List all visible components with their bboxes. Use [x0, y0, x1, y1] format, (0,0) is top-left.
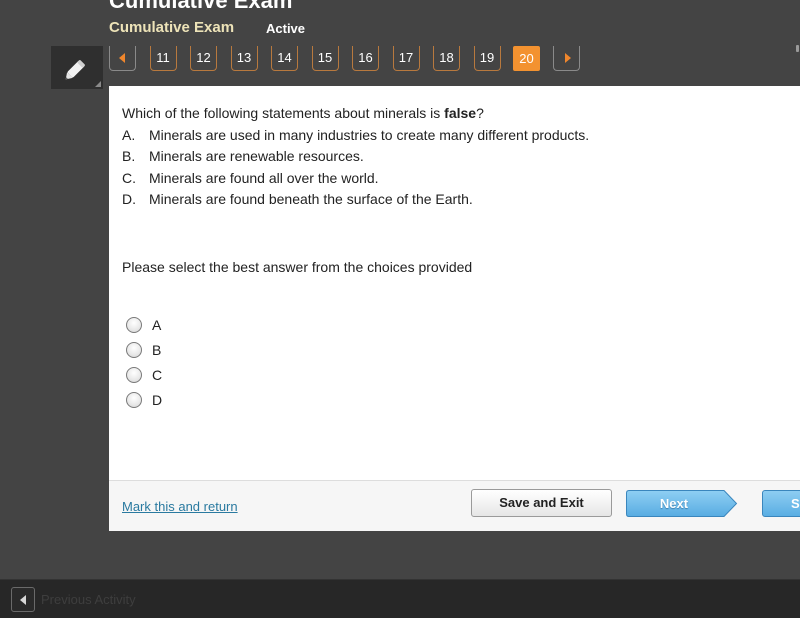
- choice-letter: B.: [122, 148, 136, 164]
- page-button-current[interactable]: 20: [513, 46, 540, 71]
- choice-item: A. Minerals are used in many industries …: [122, 125, 782, 147]
- resize-corner-icon: [95, 81, 101, 87]
- page-button[interactable]: 14: [271, 46, 298, 71]
- choice-text: Minerals are found beneath the surface o…: [149, 191, 473, 207]
- radio-button[interactable]: [126, 391, 142, 408]
- choice-letter: C.: [122, 169, 136, 186]
- answer-instruction: Please select the best answer from the c…: [122, 259, 473, 275]
- pencil-icon: [65, 60, 85, 80]
- pencil-tool-button[interactable]: [51, 46, 103, 89]
- answer-option-a[interactable]: A: [126, 312, 162, 337]
- answer-option-d[interactable]: D: [126, 387, 162, 412]
- radio-button[interactable]: [126, 316, 142, 333]
- exam-page: Cumulative Exam Cumulative Exam Active 1…: [0, 0, 800, 618]
- answer-options: A B C D: [126, 312, 162, 412]
- page-button[interactable]: 12: [190, 46, 217, 71]
- question-footer: Mark this and return Save and Exit Next …: [109, 480, 800, 531]
- option-label: C: [152, 366, 163, 383]
- exam-status: Active: [266, 21, 306, 36]
- choice-letter: A.: [122, 126, 136, 143]
- option-label: B: [152, 341, 162, 358]
- page-button[interactable]: 18: [433, 46, 460, 71]
- choice-item: D. Minerals are found beneath the surfac…: [122, 189, 782, 211]
- submit-button[interactable]: S: [762, 490, 800, 517]
- arrow-right-icon: [565, 53, 571, 63]
- choice-item: C. Minerals are found all over the world…: [122, 168, 782, 190]
- choice-text: Minerals are found all over the world.: [149, 169, 379, 186]
- previous-activity-button[interactable]: [11, 587, 35, 612]
- next-label: Next: [659, 496, 689, 511]
- choice-text: Minerals are used in many industries to …: [149, 126, 590, 143]
- page-button[interactable]: 13: [230, 46, 258, 71]
- course-title: Cumulative Exam: [109, 0, 293, 13]
- option-label: D: [152, 391, 163, 408]
- previous-activity-label[interactable]: Previous Activity: [41, 592, 136, 607]
- next-button[interactable]: Next: [626, 490, 738, 517]
- choice-text: Minerals are renewable resources.: [149, 148, 364, 164]
- exam-name: Cumulative Exam: [109, 19, 235, 36]
- mark-and-return-link[interactable]: Mark this and return: [122, 499, 238, 514]
- option-label: A: [152, 316, 162, 333]
- save-and-exit-button[interactable]: Save and Exit: [471, 489, 612, 517]
- scrollbar-handle[interactable]: [796, 45, 799, 52]
- emphasis-false: false: [444, 105, 477, 121]
- question-panel: Which of the following statements about …: [109, 86, 800, 531]
- pagination-next-button[interactable]: [553, 46, 580, 71]
- page-button[interactable]: 15: [311, 46, 339, 71]
- arrow-left-icon: [119, 53, 125, 63]
- question-text: Which of the following statements about …: [122, 103, 782, 211]
- radio-button[interactable]: [126, 341, 142, 358]
- radio-button[interactable]: [126, 366, 142, 383]
- page-button[interactable]: 17: [392, 46, 420, 71]
- page-button[interactable]: 11: [149, 46, 177, 71]
- question-prompt: Which of the following statements about …: [122, 105, 484, 121]
- choice-item: B. Minerals are renewable resources.: [122, 146, 782, 168]
- arrow-left-icon: [20, 595, 26, 605]
- page-button[interactable]: 19: [473, 46, 501, 71]
- activity-navigation-bar: Previous Activity: [0, 579, 800, 618]
- page-button[interactable]: 16: [352, 46, 379, 71]
- answer-option-b[interactable]: B: [126, 337, 162, 362]
- submit-label: S: [791, 496, 800, 511]
- choice-letter: D.: [122, 191, 136, 207]
- pagination-prev-button[interactable]: [109, 46, 136, 71]
- answer-option-c[interactable]: C: [126, 362, 162, 387]
